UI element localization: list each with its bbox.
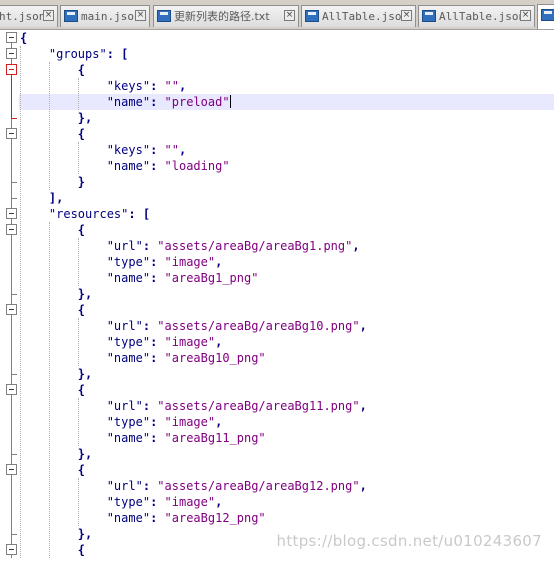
code-line[interactable]: "keys": "", bbox=[20, 142, 187, 158]
code-line[interactable]: "url": "assets/areaBg/areaBg12.png", bbox=[20, 478, 367, 494]
tab-active[interactable] bbox=[537, 4, 554, 29]
tab-alltable-json-2[interactable]: AllTable.json × bbox=[418, 5, 535, 27]
fold-end-marker bbox=[11, 374, 17, 375]
code-line[interactable]: { bbox=[20, 126, 85, 142]
code-line[interactable]: }, bbox=[20, 366, 92, 382]
close-icon[interactable]: × bbox=[135, 10, 146, 21]
fold-line bbox=[11, 42, 12, 558]
close-icon[interactable]: × bbox=[520, 10, 531, 21]
file-save-icon bbox=[64, 10, 78, 22]
code-line[interactable]: { bbox=[20, 462, 85, 478]
file-save-icon bbox=[541, 9, 554, 21]
code-editor[interactable]: { "groups": [ { "keys": "", "name": "pre… bbox=[0, 30, 554, 562]
code-line[interactable]: "groups": [ bbox=[20, 46, 128, 62]
tab-bar: ht.json × main.json × 更新列表的路径.txt × AllT… bbox=[0, 0, 554, 30]
fold-end-marker bbox=[11, 294, 17, 295]
tab-label: 更新列表的路径.txt bbox=[174, 10, 270, 23]
fold-minus-icon[interactable] bbox=[6, 128, 17, 139]
tab-update-list-path-txt[interactable]: 更新列表的路径.txt × bbox=[153, 5, 299, 27]
code-line[interactable]: { bbox=[20, 542, 85, 558]
close-icon[interactable]: × bbox=[284, 10, 295, 21]
code-line[interactable]: { bbox=[20, 382, 85, 398]
fold-line-active bbox=[11, 74, 12, 118]
code-line[interactable]: "url": "assets/areaBg/areaBg1.png", bbox=[20, 238, 360, 254]
code-line[interactable]: "name": "preload" bbox=[20, 94, 231, 110]
fold-minus-icon[interactable] bbox=[6, 544, 17, 555]
code-line[interactable]: { bbox=[20, 302, 85, 318]
fold-minus-icon[interactable] bbox=[6, 64, 17, 75]
tab-ht-json[interactable]: ht.json × bbox=[0, 5, 58, 27]
tab-main-json[interactable]: main.json × bbox=[60, 5, 150, 27]
tab-alltable-json-1[interactable]: AllTable.json × bbox=[301, 5, 416, 27]
code-line[interactable]: "type": "image", bbox=[20, 334, 223, 350]
tab-label: main.json bbox=[81, 10, 141, 23]
code-line[interactable]: "url": "assets/areaBg/areaBg11.png", bbox=[20, 398, 367, 414]
fold-minus-icon[interactable] bbox=[6, 384, 17, 395]
tab-label: AllTable.json bbox=[439, 10, 526, 23]
code-line[interactable]: "name": "areaBg11_png" bbox=[20, 430, 266, 446]
fold-end-marker bbox=[11, 454, 17, 455]
close-icon[interactable]: × bbox=[43, 10, 54, 21]
code-line[interactable]: }, bbox=[20, 286, 92, 302]
fold-minus-icon[interactable] bbox=[6, 464, 17, 475]
code-line[interactable]: } bbox=[20, 174, 85, 190]
notepad-editor-window: ht.json × main.json × 更新列表的路径.txt × AllT… bbox=[0, 0, 554, 562]
code-line[interactable]: "url": "assets/areaBg/areaBg10.png", bbox=[20, 318, 367, 334]
code-line[interactable]: }, bbox=[20, 446, 92, 462]
code-line[interactable]: "type": "image", bbox=[20, 254, 223, 270]
fold-margin bbox=[0, 30, 19, 562]
code-line[interactable]: }, bbox=[20, 110, 92, 126]
fold-minus-icon[interactable] bbox=[6, 208, 17, 219]
fold-end-marker bbox=[11, 182, 17, 183]
code-line[interactable]: "name": "areaBg1_png" bbox=[20, 270, 259, 286]
code-line[interactable]: { bbox=[20, 62, 85, 78]
fold-end-marker bbox=[11, 118, 17, 119]
code-line[interactable]: "keys": "", bbox=[20, 78, 187, 94]
fold-end-marker bbox=[11, 534, 17, 535]
fold-minus-icon[interactable] bbox=[6, 48, 17, 59]
file-save-icon bbox=[305, 10, 319, 22]
code-line[interactable]: "name": "loading" bbox=[20, 158, 230, 174]
tab-label: AllTable.json bbox=[322, 10, 409, 23]
close-icon[interactable]: × bbox=[401, 10, 412, 21]
code-line[interactable]: "resources": [ bbox=[20, 206, 150, 222]
code-line[interactable]: { bbox=[20, 30, 27, 46]
file-save-icon bbox=[422, 10, 436, 22]
tab-label: ht.json bbox=[0, 10, 46, 23]
watermark: https://blog.csdn.net/u010243607 bbox=[276, 532, 542, 550]
code-line[interactable]: ], bbox=[20, 190, 63, 206]
fold-end-marker bbox=[11, 198, 17, 199]
code-line[interactable]: "type": "image", bbox=[20, 414, 223, 430]
fold-minus-icon[interactable] bbox=[6, 32, 17, 43]
code-line[interactable]: "type": "image", bbox=[20, 494, 223, 510]
text-caret bbox=[229, 95, 231, 108]
fold-minus-icon[interactable] bbox=[6, 304, 17, 315]
code-line[interactable]: { bbox=[20, 222, 85, 238]
code-line[interactable]: }, bbox=[20, 526, 92, 542]
fold-minus-icon[interactable] bbox=[6, 224, 17, 235]
code-line[interactable]: "name": "areaBg10_png" bbox=[20, 350, 266, 366]
file-save-icon bbox=[157, 10, 171, 22]
code-line[interactable]: "name": "areaBg12_png" bbox=[20, 510, 266, 526]
